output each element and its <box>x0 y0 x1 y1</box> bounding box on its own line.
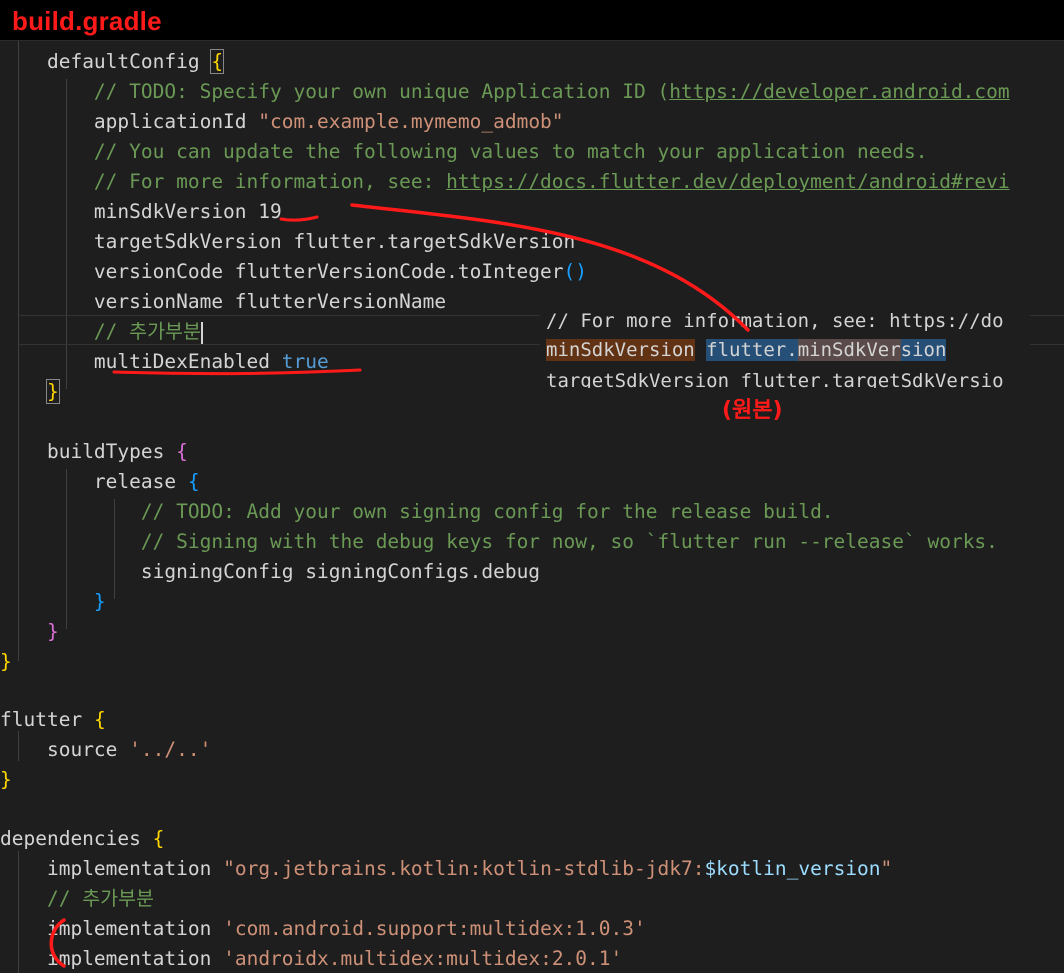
code-line[interactable]: versionCode flutterVersionCode.toInteger… <box>0 257 587 287</box>
snippet-target-line: targetSdkVersion flutter.targetSdkVersio <box>546 370 1004 388</box>
code-editor[interactable]: defaultConfig { // TODO: Specify your ow… <box>0 40 1064 973</box>
code-line[interactable]: applicationId "com.example.mymemo_admob" <box>0 107 564 137</box>
code-line[interactable]: release { <box>0 467 200 497</box>
code-line[interactable]: // You can update the following values t… <box>0 137 928 167</box>
code-line[interactable]: } <box>0 377 60 407</box>
snippet-min-sdk-line: minSdkVersion flutter.minSdkVersion <box>546 339 947 361</box>
code-line[interactable]: implementation 'com.android.support:mult… <box>0 914 646 944</box>
code-line[interactable]: signingConfig signingConfigs.debug <box>0 557 540 587</box>
code-line[interactable]: defaultConfig { <box>0 47 225 77</box>
code-line[interactable]: source '../..' <box>0 735 211 765</box>
code-line[interactable]: } <box>0 617 59 647</box>
code-line[interactable]: } <box>0 587 106 617</box>
code-line[interactable]: // For more information, see: https://do… <box>0 167 1010 197</box>
code-line[interactable]: dependencies { <box>0 824 164 854</box>
code-line[interactable]: targetSdkVersion flutter.targetSdkVersio… <box>0 227 575 257</box>
code-line[interactable]: // TODO: Add your own signing config for… <box>0 497 834 527</box>
code-line[interactable]: implementation 'androidx.multidex:multid… <box>0 944 622 973</box>
page-title: build.gradle <box>12 6 162 36</box>
code-line[interactable]: // Signing with the debug keys for now, … <box>0 527 998 557</box>
code-line[interactable]: // 추가부분 <box>0 317 203 347</box>
code-line[interactable]: versionName flutterVersionName <box>0 287 446 317</box>
code-line[interactable]: minSdkVersion 19 <box>0 197 282 227</box>
original-label: (원본) <box>722 398 783 423</box>
snippet-comment: // For more information, see: https://do <box>546 310 1004 332</box>
original-code-snippet: // For more information, see: https://do… <box>540 303 1030 388</box>
code-line[interactable]: } <box>0 765 12 795</box>
code-line[interactable]: multiDexEnabled true <box>0 347 329 377</box>
text-caret <box>200 321 203 344</box>
code-line[interactable]: implementation "org.jetbrains.kotlin:kot… <box>0 854 892 884</box>
code-line[interactable]: } <box>0 647 12 677</box>
code-line[interactable]: flutter { <box>0 705 106 735</box>
code-line[interactable]: // 추가부분 <box>0 884 154 914</box>
code-line[interactable]: buildTypes { <box>0 437 188 467</box>
code-line[interactable]: // TODO: Specify your own unique Applica… <box>0 77 1010 107</box>
